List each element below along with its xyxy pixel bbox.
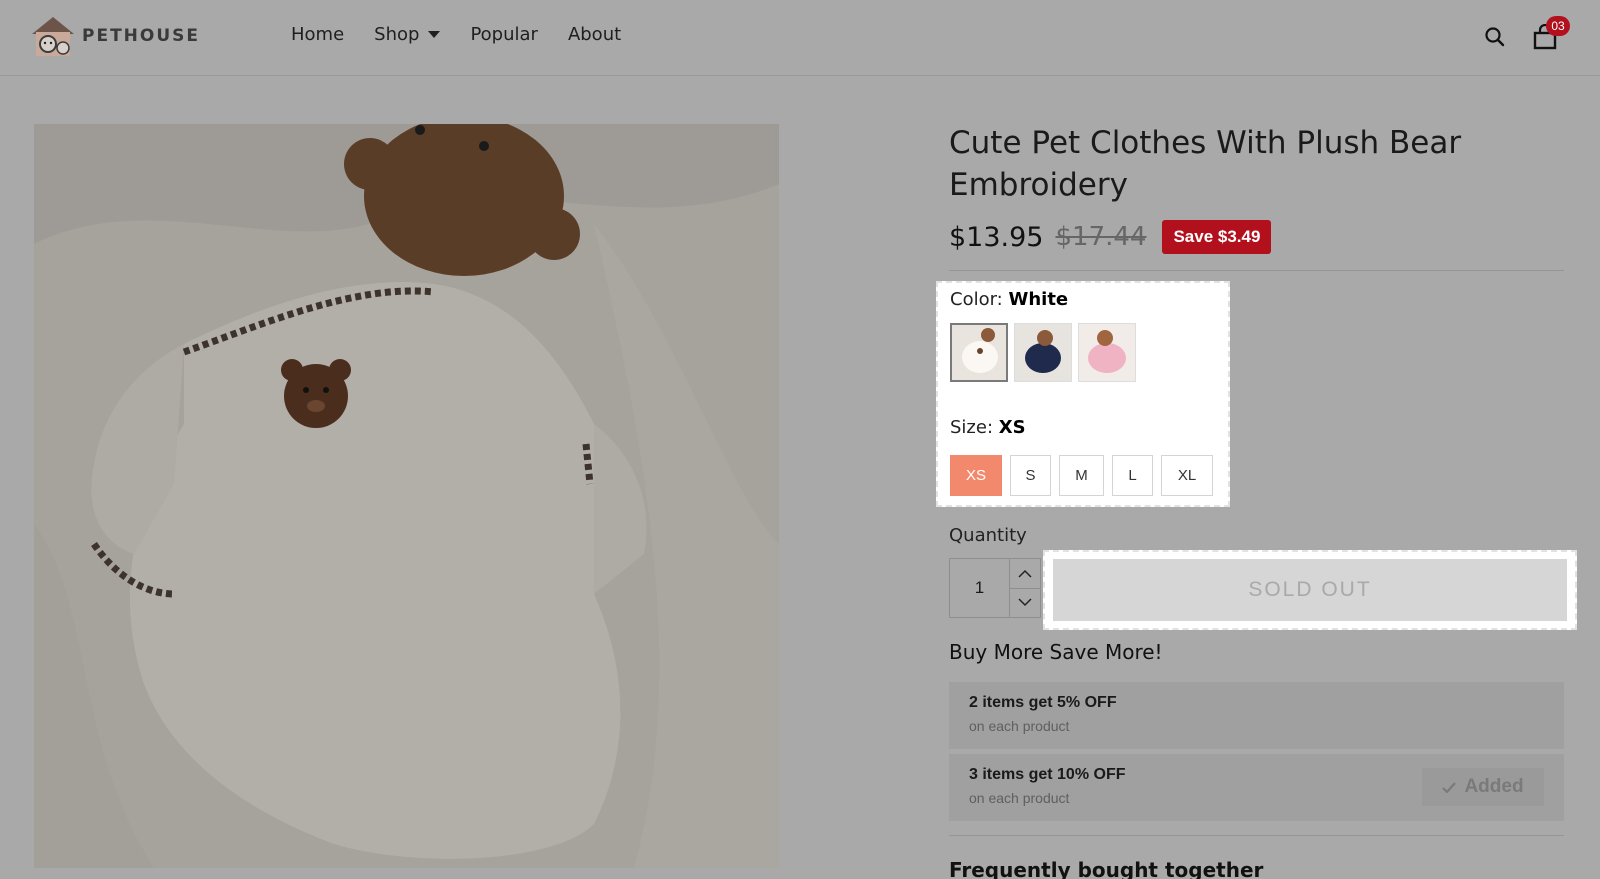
chevron-up-icon [1018,569,1032,578]
size-buttons: XS S M L XL [950,455,1213,496]
white-sweater-thumbnail [952,325,1006,380]
size-s-button[interactable]: S [1010,455,1051,496]
main-nav: Home Shop Popular About [291,24,621,45]
search-icon[interactable] [1484,26,1506,48]
quantity-input[interactable]: 1 [950,559,1010,617]
product-photo-illustration [34,124,779,868]
nav-home-label: Home [291,24,345,45]
site-header: PETHOUSE Home Shop Popular About 03 [0,0,1600,76]
size-l-button[interactable]: L [1112,455,1153,496]
swatch-navy[interactable] [1014,323,1072,382]
size-xs-button[interactable]: XS [950,455,1002,496]
nav-about-label: About [567,24,622,45]
bundle-offer[interactable]: 3 items get 10% OFF on each product Adde… [949,754,1564,821]
product-image[interactable] [34,124,779,868]
brand-name: PETHOUSE [82,26,201,46]
offer-title: 2 items get 5% OFF [969,694,1117,711]
size-label: Size: [950,417,994,438]
price-row: $13.95 $17.44 Save $3.49 [949,220,1272,254]
swatch-white[interactable] [950,323,1008,382]
brand-logo[interactable]: PETHOUSE [28,14,200,58]
chevron-down-icon [428,31,441,38]
quantity-increase-button[interactable] [1010,559,1040,588]
color-value: White [1008,289,1069,310]
quantity-decrease-button[interactable] [1010,587,1040,618]
size-option-label: Size: XS [950,417,1026,438]
color-option-label: Color: White [950,289,1068,310]
bundle-offer[interactable]: 2 items get 5% OFF on each product [949,682,1564,749]
color-swatches [950,323,1136,382]
product-title: Cute Pet Clothes With Plush Bear Embroid… [949,125,1462,203]
sold-out-highlight: SOLD OUT [1043,550,1577,630]
navy-sweater-thumbnail [1015,324,1071,381]
nav-about[interactable]: About [568,24,621,45]
nav-home[interactable]: Home [291,24,344,45]
checkmark-icon [1442,781,1457,793]
nav-popular-label: Popular [470,24,538,45]
sale-price: $13.95 [949,221,1044,253]
sold-out-button[interactable]: SOLD OUT [1053,559,1567,621]
size-xl-button[interactable]: XL [1161,455,1213,496]
divider [949,835,1564,836]
offer-added-button[interactable]: Added [1422,768,1544,806]
color-label: Color: [950,289,1003,310]
offer-title: 3 items get 10% OFF [969,766,1126,783]
bundle-title: Buy More Save More! [949,640,1163,664]
quantity-label: Quantity [949,525,1027,546]
offer-subtitle: on each product [969,718,1070,734]
pink-sweater-thumbnail [1079,324,1135,381]
frequently-bought-title: Frequently bought together [949,858,1264,879]
chevron-down-icon [1018,598,1032,607]
divider [949,270,1564,271]
swatch-pink[interactable] [1078,323,1136,382]
offer-added-label: Added [1464,776,1524,797]
size-value: XS [998,417,1026,438]
dog-house-logo-icon [32,17,74,56]
cart-count-badge: 03 [1546,16,1570,36]
nav-popular[interactable]: Popular [470,24,538,45]
variant-picker: Color: White Size: XS XS S M L XL [936,281,1230,507]
size-m-button[interactable]: M [1059,455,1104,496]
compare-price: $17.44 [1055,222,1147,252]
save-badge: Save $3.49 [1162,220,1272,254]
offer-subtitle: on each product [969,790,1070,806]
nav-shop[interactable]: Shop [374,24,441,45]
quantity-stepper: 1 [949,558,1041,618]
nav-shop-label: Shop [374,24,420,45]
